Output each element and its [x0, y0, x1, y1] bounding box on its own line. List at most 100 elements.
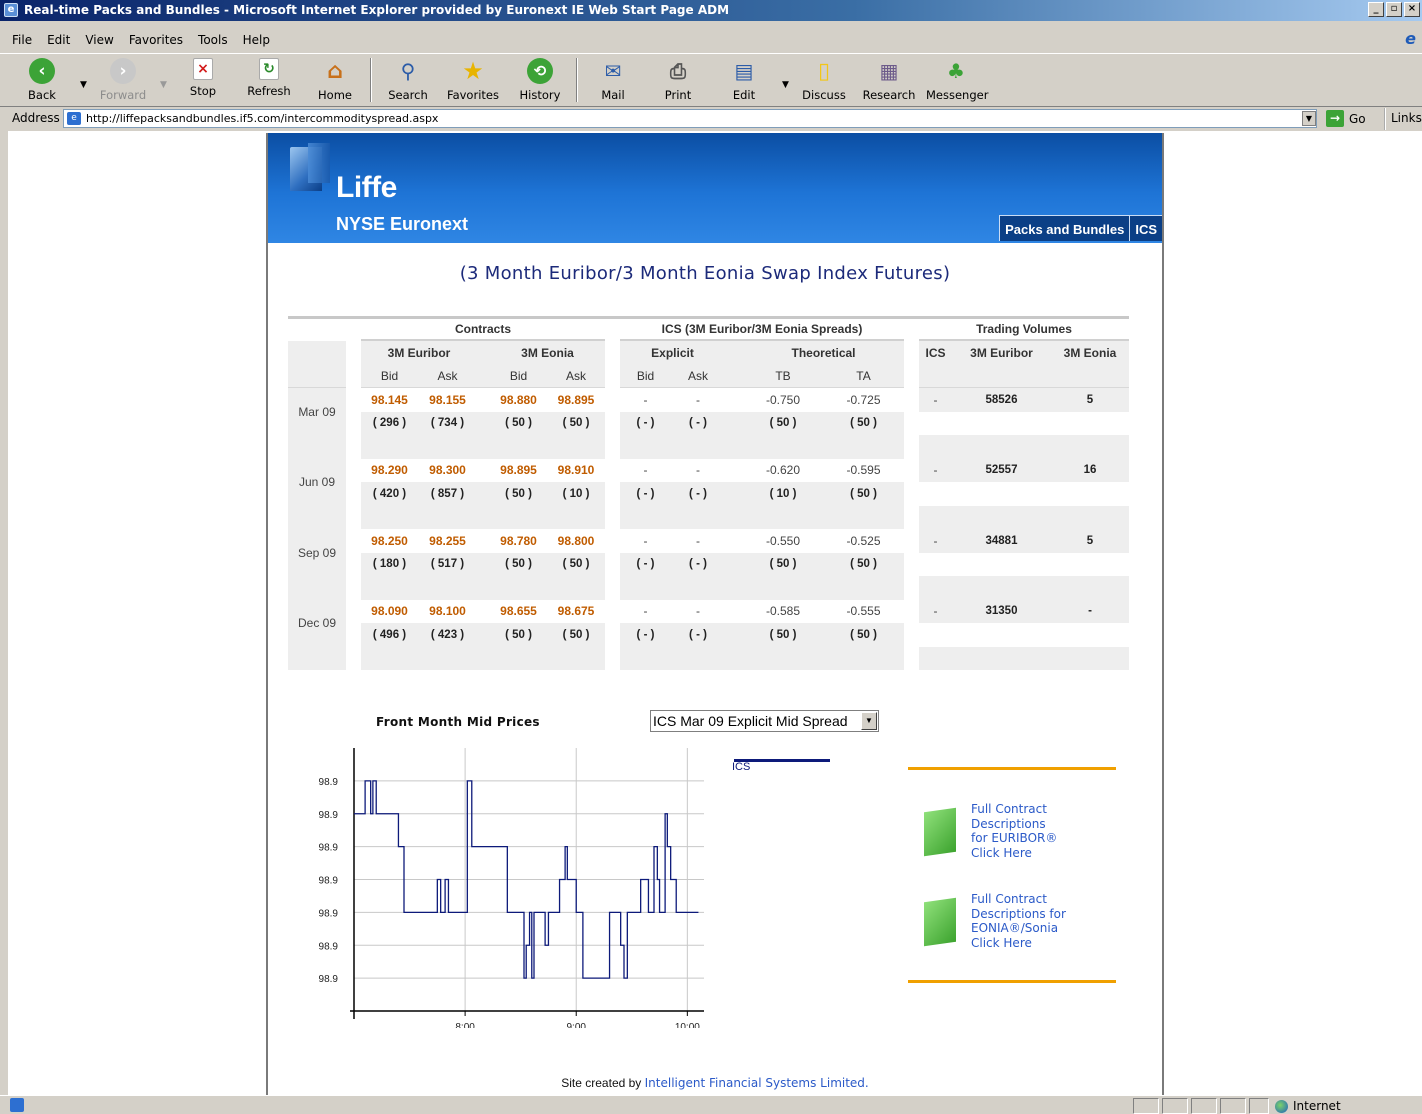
qty-cell: ( 496 ) [361, 623, 418, 647]
footer-link[interactable]: Intelligent Financial Systems Limited. [645, 1076, 869, 1090]
table-row: ( 420 )( 857 )( 50 )( 10 )( - )( - )( 10… [288, 482, 1129, 506]
window-title: Real-time Packs and Bundles - Microsoft … [24, 3, 730, 17]
volume-cell: 16 [1051, 458, 1129, 482]
menu-tools[interactable]: Tools [192, 31, 237, 51]
euribor-description-link[interactable]: Full Contract Descriptions for EURIBOR® … [924, 802, 1081, 860]
spacer-cell [418, 505, 477, 529]
back-dropdown-icon[interactable]: ▼ [80, 80, 87, 90]
menu-favorites[interactable]: Favorites [123, 31, 192, 51]
edit-button[interactable]: ▤ Edit [714, 56, 774, 102]
chart-series-select[interactable]: ICS Mar 09 Explicit Mid Spread ▼ [650, 710, 879, 732]
gap-cell [346, 482, 361, 506]
table-row: ( 496 )( 423 )( 50 )( 50 )( - )( - )( 50… [288, 623, 1129, 647]
qty-cell: ( 10 ) [547, 482, 605, 506]
forward-button[interactable]: › Forward [93, 56, 153, 102]
chevron-down-icon[interactable]: ▼ [861, 712, 877, 730]
gap-cell [725, 600, 743, 624]
gap-cell [919, 482, 952, 506]
gap-cell [477, 388, 490, 412]
spacer-cell [919, 646, 952, 670]
explicit-cell: - [696, 533, 700, 548]
refresh-button[interactable]: ↻ Refresh [239, 56, 299, 98]
star-icon: ★ [462, 57, 484, 85]
theo-cell: -0.550 [765, 533, 801, 548]
gap-cell [725, 411, 743, 435]
stop-button[interactable]: × Stop [173, 56, 233, 98]
menu-file[interactable]: File [6, 31, 41, 51]
edit-dropdown-icon[interactable]: ▼ [782, 80, 789, 90]
volume-cell: 34881 [952, 529, 1051, 553]
stop-icon: × [193, 58, 213, 80]
discuss-button[interactable]: ▯ Discuss [794, 56, 854, 103]
qty-cell: ( 734 ) [418, 411, 477, 435]
spacer-cell [346, 506, 361, 530]
forward-dropdown-icon[interactable]: ▼ [160, 80, 167, 90]
document-icon [924, 897, 956, 947]
table-row: Jun 09 98.290 98.300 98.895 98.910 - - -0.620 -0… [288, 458, 1129, 506]
address-dropdown-icon[interactable]: ▼ [1302, 111, 1316, 126]
price-cell: 98.655 [500, 604, 537, 619]
menu-help[interactable]: Help [237, 31, 279, 51]
gap-cell [725, 552, 743, 576]
col-bid: Bid [361, 364, 418, 388]
minimize-button[interactable]: _ [1368, 2, 1384, 17]
spacer-cell [904, 435, 919, 459]
qty-cell: ( - ) [671, 482, 725, 506]
qty-cell: ( 50 ) [823, 623, 904, 647]
volume-cell: - [919, 599, 952, 623]
price-cell: 98.800 [557, 533, 595, 548]
spacer-cell [952, 646, 1051, 670]
spacer-cell [620, 435, 671, 459]
nav-ics[interactable]: ICS [1129, 215, 1162, 241]
menu-view[interactable]: View [79, 31, 122, 51]
address-input[interactable]: e http://liffepacksandbundles.if5.com/in… [63, 109, 1317, 128]
price-cell: 98.780 [500, 533, 537, 548]
spacer-cell [620, 646, 671, 670]
spacer-cell [952, 576, 1051, 600]
links-button[interactable]: Links [1384, 108, 1422, 130]
research-button[interactable]: ▦ Research [859, 56, 919, 102]
spacer-cell [547, 505, 605, 529]
gap-cell [904, 553, 919, 577]
site-logo[interactable]: Liffe [336, 171, 397, 205]
spacer-cell [743, 435, 823, 459]
restore-button[interactable]: ▫ [1386, 2, 1402, 17]
site-container: Liffe NYSE Euronext Packs and Bundles IC… [266, 133, 1164, 1095]
spacer-cell [1051, 576, 1129, 600]
favorites-button[interactable]: ★ Favorites [443, 56, 503, 102]
go-arrow-icon: → [1326, 110, 1344, 127]
x-tick-label: 10:00 [675, 1022, 700, 1028]
spacer-cell [477, 505, 490, 529]
home-button[interactable]: ⌂ Home [305, 56, 365, 103]
nav-packs-and-bundles[interactable]: Packs and Bundles [999, 215, 1130, 241]
menu-bar: File Edit View Favorites Tools Help e [0, 29, 1422, 51]
price-cell: 98.880 [500, 392, 537, 407]
mail-button[interactable]: ✉ Mail [583, 56, 643, 102]
theo-cell: -0.555 [846, 604, 881, 619]
security-zone: Internet [1275, 1099, 1341, 1113]
messenger-button[interactable]: ♣ Messenger [926, 56, 988, 102]
explicit-cell: - [696, 604, 700, 619]
back-button[interactable]: ‹ Back [12, 56, 72, 102]
qty-cell: ( - ) [671, 411, 725, 435]
site-banner: Liffe NYSE Euronext Packs and Bundles IC… [268, 133, 1162, 243]
gap-cell [605, 412, 620, 436]
print-button[interactable]: ⎙ Print [648, 56, 708, 102]
table-row: Dec 09 98.090 98.100 98.655 98.675 - - -0.585 -0… [288, 599, 1129, 647]
page-viewport: Liffe NYSE Euronext Packs and Bundles IC… [8, 131, 1422, 1095]
menu-edit[interactable]: Edit [41, 31, 79, 51]
search-button[interactable]: ⚲ Search [378, 56, 438, 102]
eonia-description-link[interactable]: Full Contract Descriptions for EONIA®/So… [924, 892, 1081, 950]
x-tick-label: 9:00 [566, 1022, 586, 1028]
spacer-cell [952, 435, 1051, 459]
qty-cell: ( 50 ) [743, 623, 823, 647]
qty-cell: ( 50 ) [823, 411, 904, 435]
gap-cell [919, 623, 952, 647]
theo-cell: -0.585 [765, 604, 801, 619]
history-button[interactable]: ⟲ History [510, 56, 570, 102]
go-button[interactable]: → Go [1326, 110, 1366, 127]
volume-cell: - [919, 388, 952, 412]
close-button[interactable]: × [1404, 2, 1420, 17]
page-icon: e [67, 112, 81, 125]
y-tick-label: 98.9 [319, 876, 339, 887]
